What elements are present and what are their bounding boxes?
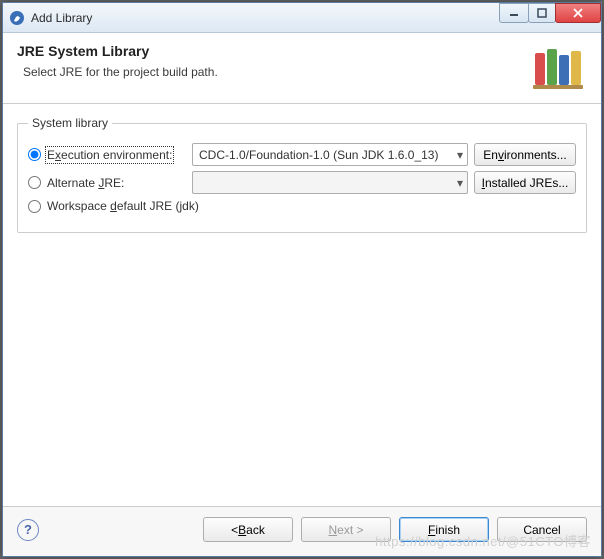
fieldset-legend: System library (28, 116, 112, 130)
alternate-jre-radio-input[interactable] (28, 176, 41, 189)
maximize-button[interactable] (528, 3, 556, 23)
cancel-button[interactable]: Cancel (497, 517, 587, 542)
system-library-fieldset: System library Execution environment: CD… (17, 116, 587, 233)
content-area: System library Execution environment: CD… (3, 104, 601, 506)
back-button[interactable]: < Back (203, 517, 293, 542)
execution-env-label: Execution environment: (47, 148, 172, 162)
workspace-default-radio-input[interactable] (28, 200, 41, 213)
page-title: JRE System Library (17, 43, 529, 59)
maximize-icon (537, 8, 547, 18)
titlebar: Add Library (3, 3, 601, 33)
execution-env-combo[interactable]: CDC-1.0/Foundation-1.0 (Sun JDK 1.6.0_13… (192, 143, 468, 166)
alternate-jre-row: Alternate JRE: ▾ Installed JREs... (28, 171, 576, 194)
finish-button[interactable]: Finish (399, 517, 489, 542)
chevron-down-icon: ▾ (457, 148, 463, 162)
dialog-footer: ? < Back Next > Finish Cancel (3, 506, 601, 556)
alternate-jre-combo: ▾ (192, 171, 468, 194)
minimize-button[interactable] (499, 3, 529, 23)
header-text-block: JRE System Library Select JRE for the pr… (17, 43, 529, 91)
alternate-jre-radio[interactable]: Alternate JRE: (28, 176, 186, 190)
window-controls (500, 3, 601, 23)
minimize-icon (509, 8, 519, 18)
workspace-default-row: Workspace default JRE (jdk) (28, 199, 576, 213)
environments-button[interactable]: Environments... (474, 143, 576, 166)
execution-env-radio[interactable]: Execution environment: (28, 148, 186, 162)
next-button: Next > (301, 517, 391, 542)
installed-jres-button[interactable]: Installed JREs... (474, 171, 576, 194)
alternate-jre-label: Alternate JRE: (47, 176, 124, 190)
execution-env-combo-value: CDC-1.0/Foundation-1.0 (Sun JDK 1.6.0_13… (199, 148, 438, 162)
window-title: Add Library (31, 11, 500, 25)
workspace-default-label: Workspace default JRE (jdk) (47, 199, 199, 213)
execution-env-radio-input[interactable] (28, 148, 41, 161)
app-icon (9, 10, 25, 26)
help-icon[interactable]: ? (17, 519, 39, 541)
dialog-header: JRE System Library Select JRE for the pr… (3, 33, 601, 104)
page-subtitle: Select JRE for the project build path. (23, 65, 529, 79)
library-books-icon (529, 43, 587, 91)
chevron-down-icon: ▾ (457, 176, 463, 190)
close-icon (573, 8, 583, 18)
workspace-default-radio[interactable]: Workspace default JRE (jdk) (28, 199, 199, 213)
close-button[interactable] (555, 3, 601, 23)
execution-env-row: Execution environment: CDC-1.0/Foundatio… (28, 143, 576, 166)
dialog-window: Add Library JRE System Library Select JR… (2, 2, 602, 557)
